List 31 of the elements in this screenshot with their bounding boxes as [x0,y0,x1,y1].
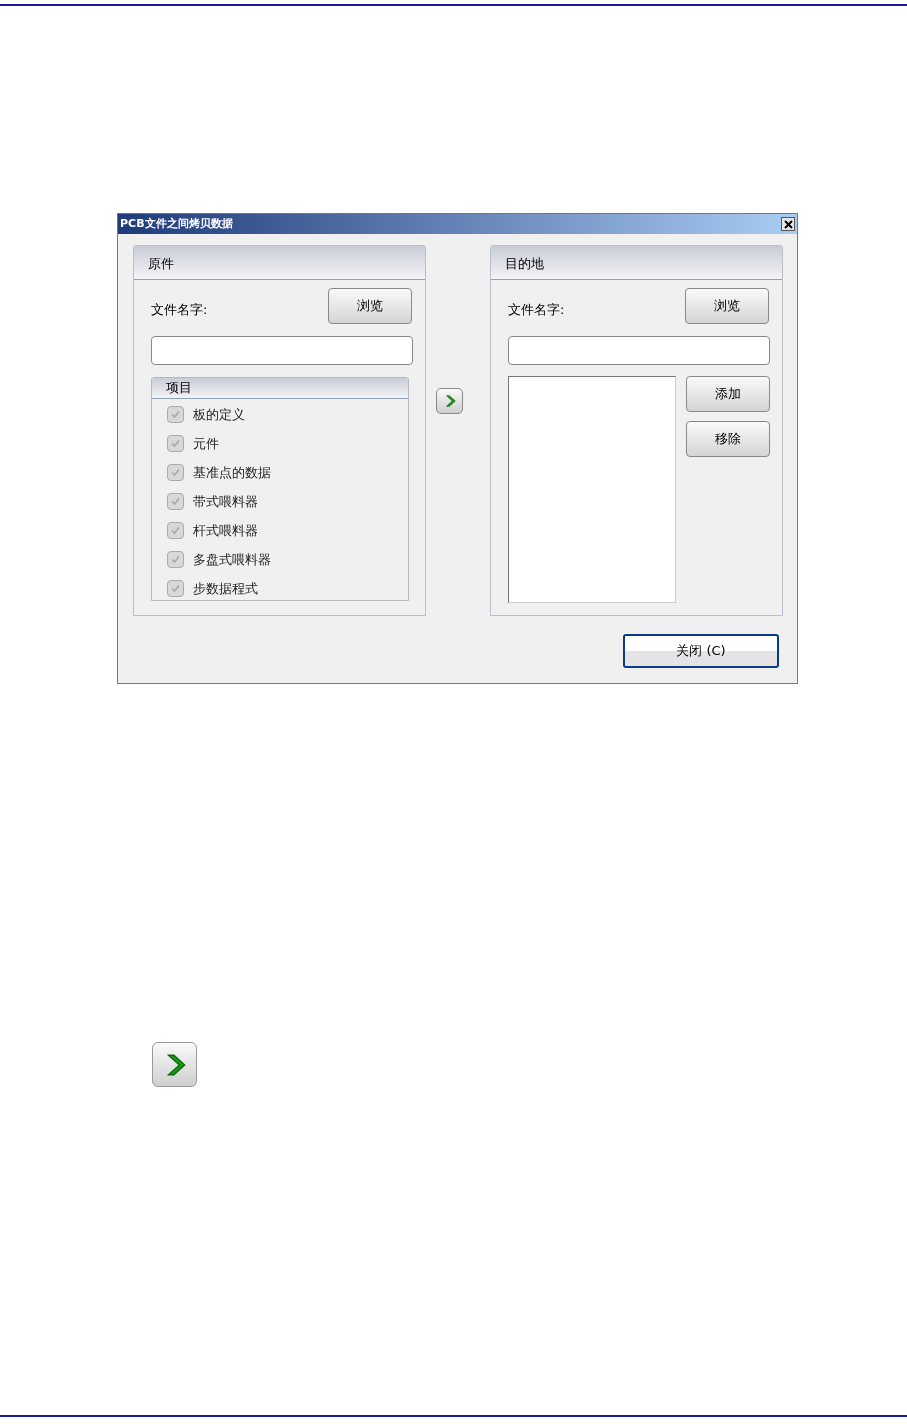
field-label: 文件名字: [151,301,208,319]
arrow-button-icon [152,1042,197,1087]
browse-button[interactable]: 浏览 [328,288,412,324]
list-action-button[interactable]: 移除 [686,421,770,457]
check-icon [170,554,181,565]
window-title: PCB文件之间烤贝数据 [120,215,233,232]
checkbox-label: 基准点的数据 [193,463,271,482]
checkbox-label: 板的定义 [193,405,245,424]
checkbox-label: 步数据程式 [193,579,258,598]
close-button[interactable] [781,217,795,231]
copy-right-button[interactable] [436,388,463,414]
checkbox-label: 元件 [193,434,219,453]
file-name-field[interactable] [151,336,413,365]
checkbox-label: 杆式喂料器 [193,521,258,540]
list-action-button[interactable]: 添加 [686,376,770,412]
panel-heading: 目的地 [491,246,782,280]
check-icon [170,467,181,478]
field-label: 文件名字: [508,301,565,319]
group-heading: 项目 [152,378,408,399]
check-icon [170,409,181,420]
check-icon [170,583,181,594]
check-icon [170,438,181,449]
close-dialog-button[interactable]: 关闭 (C) [623,634,779,668]
panel-heading: 原件 [134,246,425,280]
checkbox-label: 带式喂料器 [193,492,258,511]
browse-button[interactable]: 浏览 [685,288,769,324]
check-icon [170,525,181,536]
file-name-field[interactable] [508,336,770,365]
checkbox-label: 多盘式喂料器 [193,550,271,569]
check-icon [170,496,181,507]
file-list[interactable] [508,376,676,603]
